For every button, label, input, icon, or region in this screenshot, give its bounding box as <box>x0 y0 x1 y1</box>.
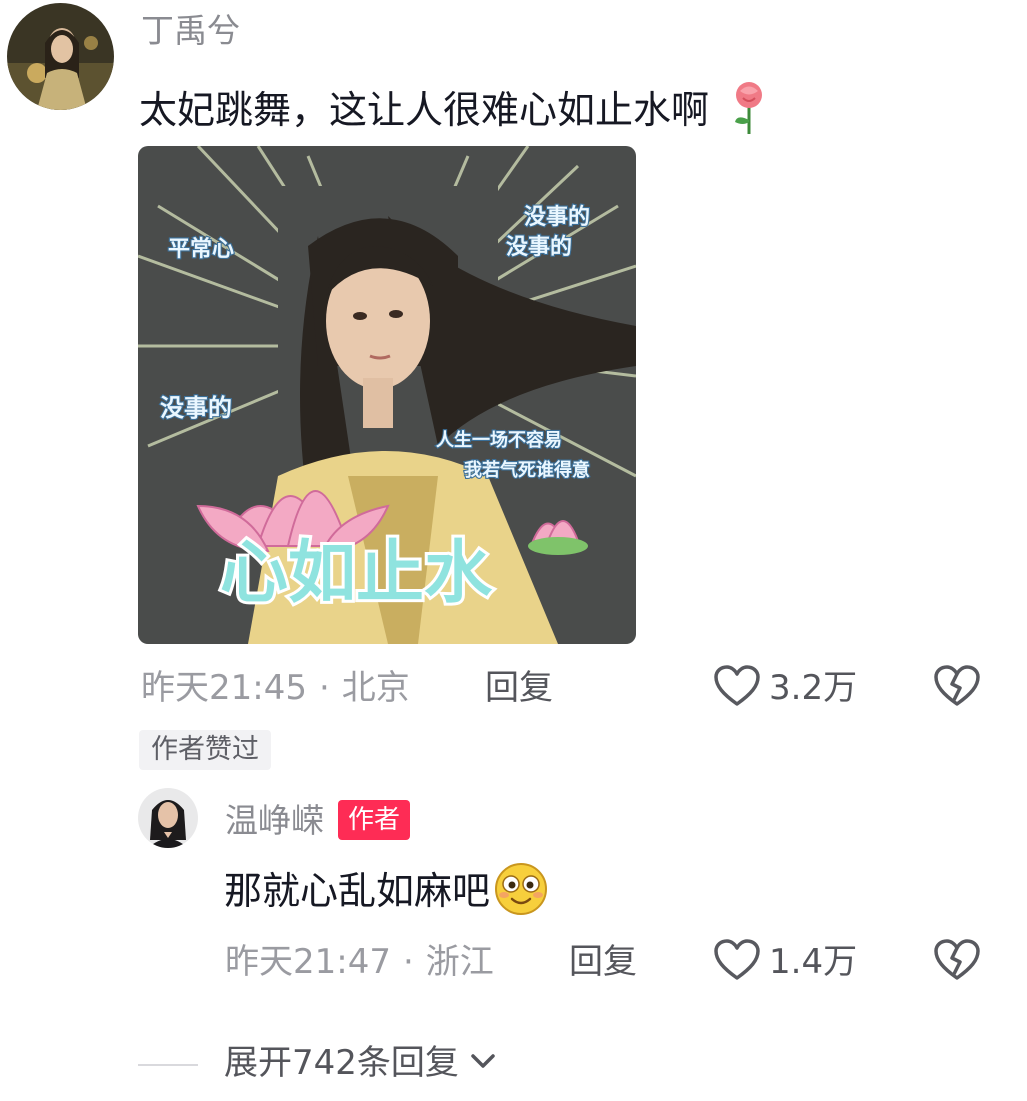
reply-like-button[interactable]: 1.4万 <box>713 938 857 986</box>
commenter-avatar[interactable] <box>7 3 114 110</box>
reply-meta-row: 昨天21:47 · 浙江 <box>225 945 494 979</box>
broken-heart-icon <box>933 665 981 712</box>
meta-separator: · <box>402 942 414 982</box>
reply-username[interactable]: 温峥嵘 <box>225 804 324 837</box>
heart-icon <box>713 664 761 712</box>
meme-label-2: 没事的 <box>524 204 590 230</box>
expand-replies-button[interactable]: 展开742条回复 <box>224 1046 497 1080</box>
author-badge: 作者 <box>338 800 411 840</box>
meme-big-text: 心如止水 <box>220 534 493 613</box>
comment-like-button[interactable]: 3.2万 <box>713 664 857 712</box>
broken-heart-icon <box>933 939 981 986</box>
meme-label-1: 平常心 <box>168 236 234 262</box>
expand-replies-label: 展开742条回复 <box>224 1043 459 1083</box>
reply-dislike-button[interactable] <box>933 938 981 986</box>
comment-reply-button[interactable]: 回复 <box>485 671 553 705</box>
comment-meta-row: 昨天21:45 · 北京 <box>141 671 410 705</box>
reply-like-count: 1.4万 <box>769 942 858 982</box>
commenter-username[interactable]: 丁禹兮 <box>141 14 240 47</box>
reply-text: 那就心乱如麻吧 <box>224 869 491 913</box>
author-liked-badge: 作者赞过 <box>139 730 271 770</box>
meta-separator: · <box>318 668 330 708</box>
chevron-down-icon <box>469 1051 497 1075</box>
reply-reply-button[interactable]: 回复 <box>569 945 637 979</box>
reply-text-row: 那就心乱如麻吧 <box>224 862 550 920</box>
comment-location: 北京 <box>341 668 410 708</box>
meme-label-3: 没事的 <box>506 234 572 260</box>
meme-label-4: 没事的 <box>160 394 232 422</box>
comment-time: 昨天21:45 <box>141 668 307 708</box>
reply-avatar[interactable] <box>138 788 198 848</box>
meme-label-6: 我若气死谁得意 <box>464 459 590 481</box>
reply-time: 昨天21:47 <box>225 942 391 982</box>
smiling-face-emoji <box>492 862 550 920</box>
comment-meme-image[interactable]: 平常心 没事的 没事的 没事的 人生一场不容易 我若气死谁得意 心如止水 <box>138 146 636 644</box>
reply-location: 浙江 <box>425 942 494 982</box>
comment-dislike-button[interactable] <box>933 664 981 712</box>
comment-text-row: 太妃跳舞，这让人很难心如止水啊 <box>139 80 769 140</box>
meme-label-5: 人生一场不容易 <box>436 429 562 451</box>
expand-divider <box>138 1064 198 1066</box>
comment-like-count: 3.2万 <box>769 668 858 708</box>
heart-icon <box>713 938 761 986</box>
reply-header-row: 温峥嵘 作者 <box>225 800 411 840</box>
comment-text: 太妃跳舞，这让人很难心如止水啊 <box>139 88 710 132</box>
rose-emoji <box>729 80 769 140</box>
